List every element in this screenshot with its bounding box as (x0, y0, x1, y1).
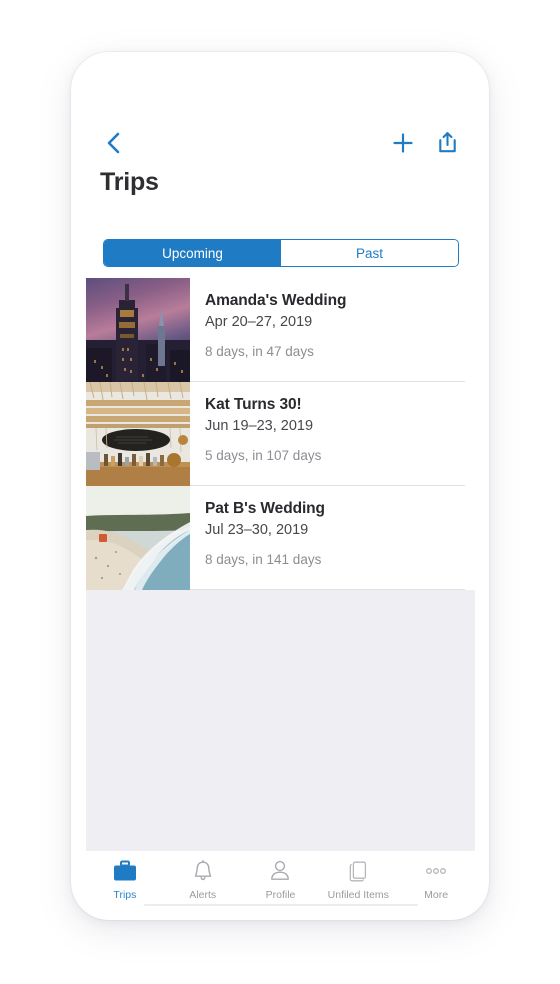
trip-list-item[interactable]: Kat Turns 30! Jun 19–23, 2019 5 days, in… (86, 382, 475, 486)
trip-duration: 5 days, in 107 days (205, 448, 322, 463)
bell-icon (191, 858, 215, 884)
trips-filter-segmented-control[interactable]: Upcoming Past (103, 239, 459, 267)
tab-label: Profile (265, 889, 296, 901)
trip-list-item[interactable]: Amanda's Wedding Apr 20–27, 2019 8 days,… (86, 278, 475, 382)
trip-dates: Jul 23–30, 2019 (205, 522, 309, 538)
person-icon (268, 858, 292, 884)
tab-profile[interactable]: Profile (242, 858, 320, 901)
trip-title: Amanda's Wedding (205, 292, 347, 309)
segment-past[interactable]: Past (281, 240, 458, 266)
tab-unfiled-items[interactable]: Unfiled Items (319, 858, 397, 901)
tab-alerts[interactable]: Alerts (164, 858, 242, 901)
chevron-left-icon (106, 131, 121, 160)
tab-label: Unfiled Items (327, 889, 389, 901)
trip-thumbnail-city-skyline-night-photo (86, 278, 190, 382)
plus-icon (392, 132, 414, 159)
add-button[interactable] (386, 128, 420, 162)
back-button[interactable] (96, 128, 130, 162)
empty-list-area (86, 590, 475, 851)
phone-screen: Trips Upcoming Past Amanda's Wedding Apr… (86, 60, 475, 912)
trip-dates: Jun 19–23, 2019 (205, 418, 314, 434)
tab-label: More (424, 889, 449, 901)
share-button[interactable] (430, 128, 464, 162)
bottom-tab-bar: Trips Alerts Profile Unfiled Items More (86, 851, 475, 912)
home-indicator (143, 904, 418, 906)
page-title: Trips (100, 168, 159, 196)
trip-list-item[interactable]: Pat B's Wedding Jul 23–30, 2019 8 days, … (86, 486, 475, 590)
trip-thumbnail-beach-coastline-photo (86, 486, 190, 590)
tab-label: Alerts (189, 889, 217, 901)
trip-info: Kat Turns 30! Jun 19–23, 2019 5 days, in… (190, 382, 475, 486)
tab-more[interactable]: More (397, 858, 475, 901)
ellipsis-icon (423, 858, 449, 884)
navigation-bar (86, 128, 475, 162)
segment-upcoming[interactable]: Upcoming (104, 240, 281, 266)
trip-info: Amanda's Wedding Apr 20–27, 2019 8 days,… (190, 278, 475, 382)
trip-title: Pat B's Wedding (205, 500, 325, 517)
trip-dates: Apr 20–27, 2019 (205, 314, 313, 330)
tab-label: Trips (113, 889, 137, 901)
documents-icon (346, 858, 370, 884)
trip-list: Amanda's Wedding Apr 20–27, 2019 8 days,… (86, 278, 475, 590)
trip-info: Pat B's Wedding Jul 23–30, 2019 8 days, … (190, 486, 475, 590)
briefcase-icon (112, 858, 138, 884)
trip-thumbnail-tiki-bar-interior-photo (86, 382, 190, 486)
trip-duration: 8 days, in 141 days (205, 552, 322, 567)
trip-duration: 8 days, in 47 days (205, 344, 314, 359)
share-icon (437, 131, 458, 159)
trip-title: Kat Turns 30! (205, 396, 302, 413)
tab-trips[interactable]: Trips (86, 858, 164, 901)
